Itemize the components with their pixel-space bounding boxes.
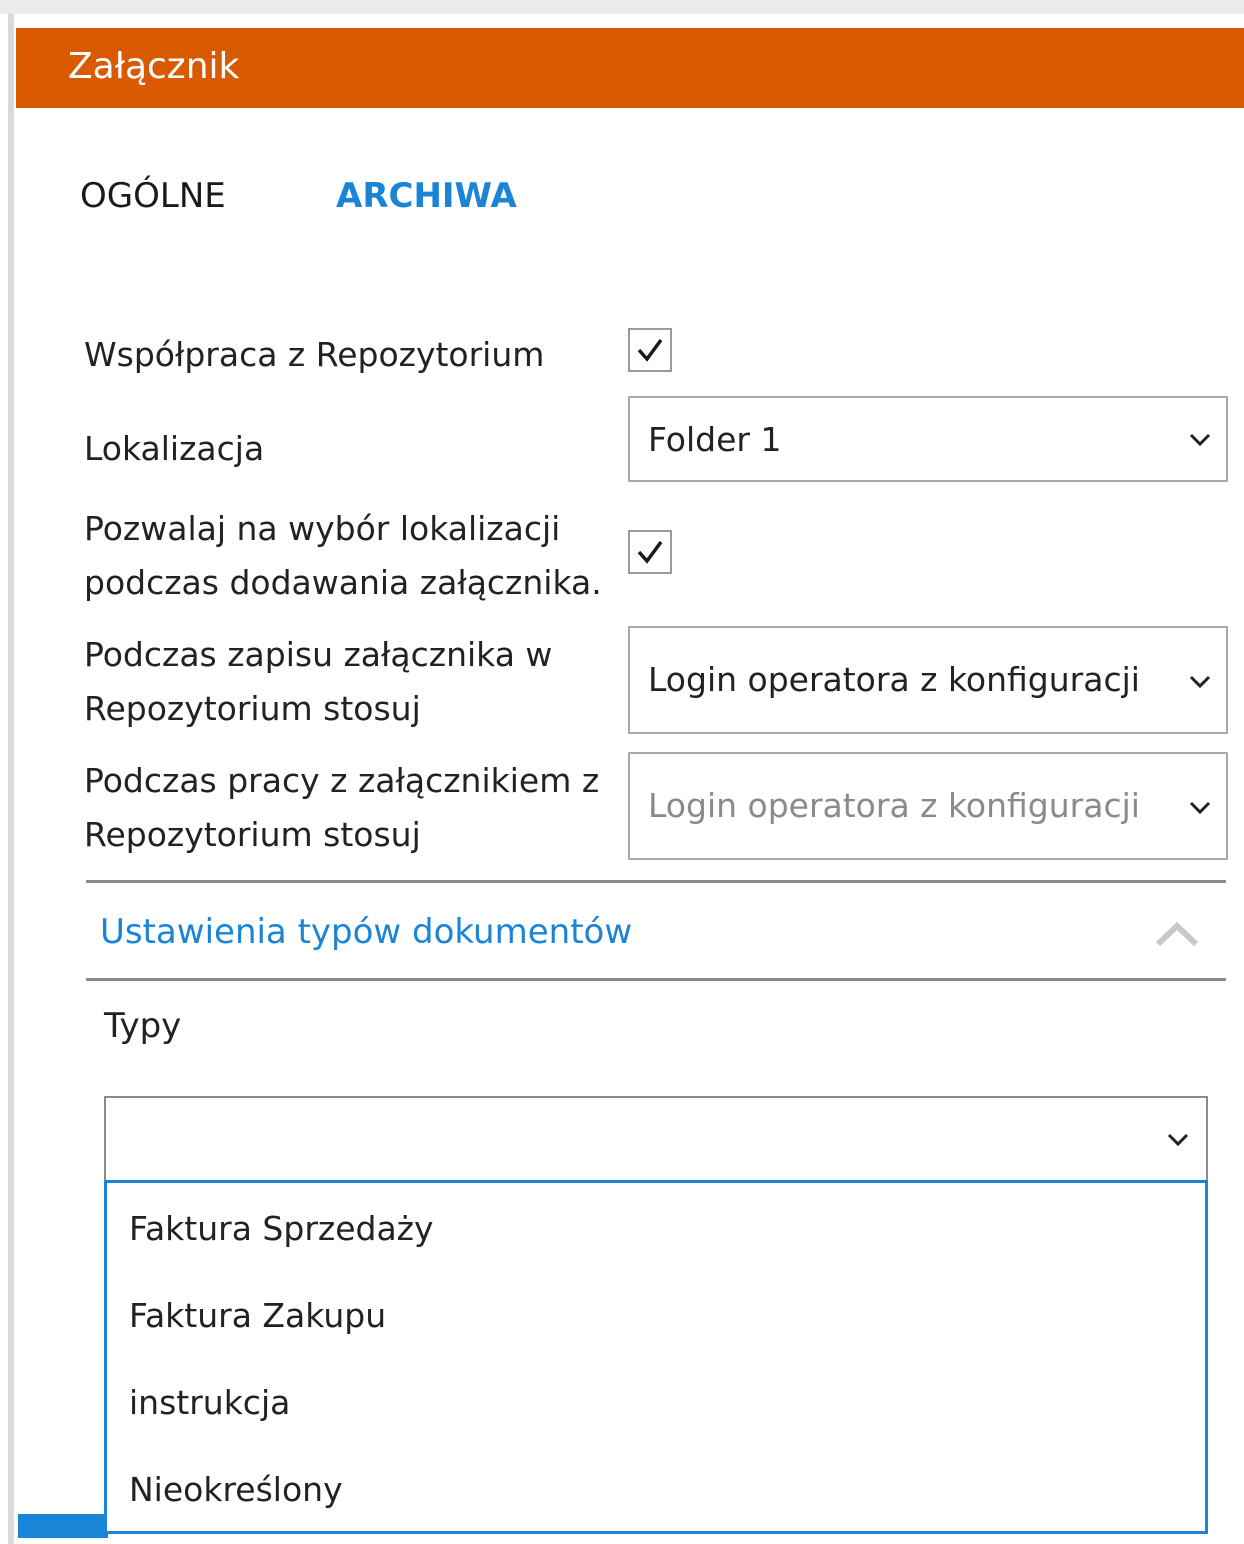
attachment-panel: Załącznik OGÓLNE ARCHIWA Współpraca z Re… <box>0 0 1244 1544</box>
chevron-down-icon[interactable] <box>1166 1132 1190 1148</box>
window-left-edge <box>8 14 14 1544</box>
types-label: Typy <box>104 1006 182 1046</box>
dropdown-option[interactable]: instrukcja <box>129 1383 290 1422</box>
work-mode-label-line2: Repozytorium stosuj <box>84 815 421 854</box>
types-dropdown-list: Faktura Sprzedaży Faktura Zakupu instruk… <box>104 1180 1208 1534</box>
section-divider-bottom <box>86 978 1226 981</box>
chevron-up-icon[interactable] <box>1154 918 1200 948</box>
types-select[interactable] <box>104 1096 1208 1182</box>
chevron-down-icon <box>1189 433 1211 447</box>
allow-location-choice-label-line2: podczas dodawania załącznika. <box>84 563 602 602</box>
bottom-accent-bar <box>18 1514 108 1538</box>
allow-location-choice-label-line1: Pozwalaj na wybór lokalizacji <box>84 509 561 548</box>
window-top-strip <box>0 0 1244 14</box>
repo-cooperation-checkbox[interactable] <box>628 328 672 372</box>
checkmark-icon <box>637 338 663 362</box>
chevron-down-icon <box>1189 675 1211 689</box>
panel-header: Załącznik <box>16 28 1244 108</box>
location-select-value: Folder 1 <box>648 420 782 459</box>
dropdown-option[interactable]: Faktura Sprzedaży <box>129 1209 434 1248</box>
tab-archives[interactable]: ARCHIWA <box>336 176 517 216</box>
section-divider-top <box>86 880 1226 883</box>
checkmark-icon <box>637 540 663 564</box>
repo-cooperation-label: Współpraca z Repozytorium <box>84 335 545 374</box>
chevron-down-icon <box>1189 801 1211 815</box>
doc-types-section-title[interactable]: Ustawienia typów dokumentów <box>100 912 632 952</box>
work-mode-select[interactable]: Login operatora z konfiguracji <box>628 752 1228 860</box>
location-label: Lokalizacja <box>84 429 265 468</box>
work-mode-label-line1: Podczas pracy z załącznikiem z <box>84 761 600 800</box>
dropdown-option[interactable]: Faktura Zakupu <box>129 1296 386 1335</box>
work-mode-select-value: Login operatora z konfiguracji <box>648 786 1140 825</box>
panel-title: Załącznik <box>68 46 240 87</box>
dropdown-option[interactable]: Nieokreślony <box>129 1470 343 1509</box>
save-mode-label-line1: Podczas zapisu załącznika w <box>84 635 553 674</box>
location-select[interactable]: Folder 1 <box>628 396 1228 482</box>
save-mode-label-line2: Repozytorium stosuj <box>84 689 421 728</box>
save-mode-select-value: Login operatora z konfiguracji <box>648 660 1140 699</box>
tab-general[interactable]: OGÓLNE <box>80 176 226 216</box>
allow-location-choice-checkbox[interactable] <box>628 530 672 574</box>
save-mode-select[interactable]: Login operatora z konfiguracji <box>628 626 1228 734</box>
